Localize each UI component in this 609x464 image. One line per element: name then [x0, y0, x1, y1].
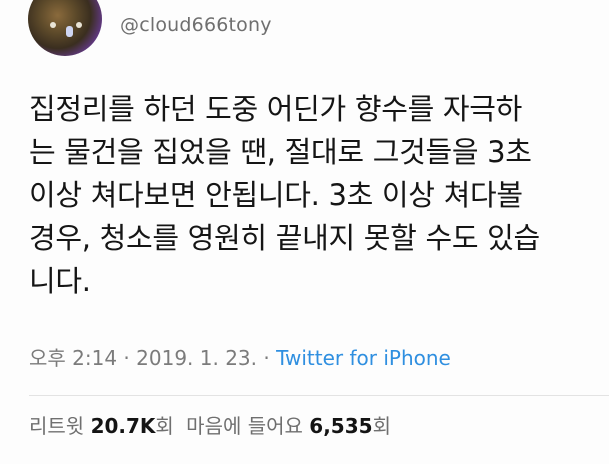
tweet-line: 이상 쳐다보면 안됩니다. 3초 이상 쳐다볼 — [29, 178, 523, 212]
account-handle[interactable]: @cloud666tony — [120, 14, 272, 36]
like-count[interactable]: 6,535 — [309, 414, 372, 438]
retweet-count[interactable]: 20.7K — [91, 414, 156, 438]
tweet-header: @cloud666tony — [0, 0, 609, 64]
avatar-eye-right — [76, 22, 82, 28]
tweet-line: 집정리를 하던 도중 어딘가 향수를 자극하 — [29, 92, 523, 126]
meta-separator: · — [117, 346, 137, 370]
avatar-eye-left — [50, 22, 56, 28]
tweet-line: 경우, 청소를 영원히 끝내지 못할 수도 있습 — [29, 221, 540, 255]
tweet-line: 니다. — [29, 264, 91, 298]
like-label: 마음에 들어요 — [186, 414, 303, 438]
retweet-label: 리트윗 — [29, 414, 85, 438]
like-unit: 회 — [372, 414, 391, 438]
avatar[interactable] — [28, 0, 102, 56]
tweet-line: 는 물건을 집었을 땐, 절대로 그것들을 3초 — [29, 135, 532, 169]
meta-separator: · — [257, 346, 277, 370]
retweet-unit: 회 — [155, 414, 174, 438]
tweet-meta: 오후 2:14 · 2019. 1. 23. · Twitter for iPh… — [29, 342, 451, 371]
tweet-date[interactable]: 2019. 1. 23. — [136, 346, 257, 370]
avatar-detail — [66, 26, 73, 37]
divider — [29, 395, 609, 396]
tweet-text: 집정리를 하던 도중 어딘가 향수를 자극하 는 물건을 집었을 땐, 절대로 … — [29, 88, 589, 303]
tweet-stats: 리트윗 20.7K회 마음에 들어요 6,535회 — [29, 410, 391, 439]
tweet-source-link[interactable]: Twitter for iPhone — [276, 346, 451, 370]
tweet-time[interactable]: 오후 2:14 — [29, 346, 117, 370]
